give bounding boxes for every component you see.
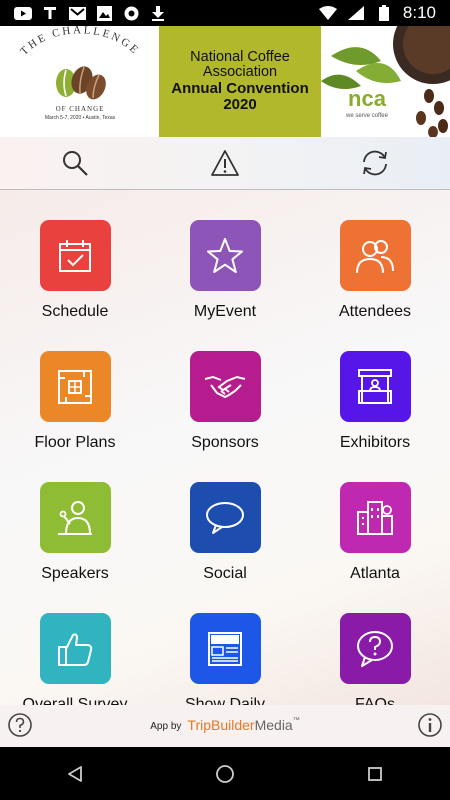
tripbuilder-link[interactable]: TripBuilderMedia™ (187, 717, 299, 735)
social-tile-icon (189, 482, 261, 553)
back-icon (68, 765, 82, 782)
tile-overall-survey[interactable]: Overall Survey (0, 583, 150, 705)
tile-label: Schedule (41, 303, 109, 320)
myevent-tile-icon (189, 220, 261, 291)
floor-plan-icon (58, 369, 92, 404)
nca-tagline-text: we serve coffee (345, 113, 389, 119)
toolbar (0, 137, 450, 190)
banner-line3: Annual Convention (171, 80, 309, 98)
footer: App by TripBuilderMedia™ (0, 705, 450, 747)
news-icon (208, 631, 242, 666)
speech-bubble-icon (206, 501, 244, 534)
banner-line4: 2020 (223, 96, 257, 114)
tile-social[interactable]: Social (150, 452, 300, 583)
survey-tile-icon (39, 613, 111, 684)
logo-top-text: THE CHALLENGE (18, 26, 139, 58)
photo-icon (95, 5, 113, 21)
record-icon (122, 6, 140, 20)
tile-label: Show Daily (184, 696, 266, 705)
download-icon (149, 5, 167, 21)
banner-line1: National Coffee (190, 49, 290, 66)
tile-atlanta[interactable]: Atlanta (300, 452, 450, 583)
back-button[interactable] (45, 754, 105, 794)
speakers-tile-icon (39, 482, 111, 553)
exhibitors-tile-icon (339, 351, 411, 422)
help-button[interactable] (8, 713, 32, 737)
tile-label: Floor Plans (34, 434, 116, 451)
faqs-tile-icon (339, 613, 411, 684)
convention-title-block: National Coffee Association Annual Conve… (159, 26, 321, 137)
tile-faqs[interactable]: FAQs (300, 583, 450, 705)
convention-banner: THE CHALLENGE OF CHANGE March 5-7, 2020 … (0, 26, 450, 137)
handshake-icon (204, 375, 246, 398)
t-icon (41, 6, 59, 20)
info-button[interactable] (418, 713, 442, 737)
recents-icon (368, 766, 382, 781)
logo-bottom-text: OF CHANGE (56, 105, 105, 113)
speaker-icon (58, 500, 92, 535)
gmail-icon (68, 6, 86, 20)
refresh-icon (363, 150, 387, 176)
home-icon (216, 764, 234, 783)
tile-label: Overall Survey (22, 696, 128, 705)
tile-show-daily[interactable]: Show Daily (150, 583, 300, 705)
tile-label: Sponsors (191, 434, 259, 451)
tile-label: Speakers (41, 565, 109, 582)
tile-label: MyEvent (193, 303, 257, 320)
tile-label: Atlanta (350, 565, 400, 582)
tile-schedule[interactable]: Schedule (0, 190, 150, 321)
app-by-label: App by (150, 720, 182, 732)
atlanta-tile-icon (339, 482, 411, 553)
clock: 8:10 (402, 3, 436, 22)
tile-label: FAQs (354, 696, 395, 705)
signal-icon (347, 6, 365, 20)
tile-sponsors[interactable]: Sponsors (150, 321, 300, 452)
alert-icon (211, 150, 239, 176)
help-icon (8, 713, 32, 737)
info-icon (418, 713, 442, 737)
calendar-check-icon (59, 239, 91, 272)
battery-icon (375, 5, 393, 21)
tile-label: Exhibitors (339, 434, 411, 451)
tile-myevent[interactable]: MyEvent (150, 190, 300, 321)
brand-part2: Media (254, 717, 293, 733)
tile-attendees[interactable]: Attendees (300, 190, 450, 321)
youtube-icon (14, 6, 32, 20)
wifi-icon (318, 6, 337, 20)
star-icon (207, 237, 243, 273)
nca-logo-text: nca (348, 86, 387, 111)
challenge-of-change-logo: THE CHALLENGE OF CHANGE March 5-7, 2020 … (0, 26, 159, 137)
logo-date-text: March 5-7, 2020 • Austin, Texas (45, 115, 116, 121)
recents-button[interactable] (345, 754, 405, 794)
trademark: ™ (292, 717, 300, 724)
search-icon (63, 151, 88, 176)
alerts-button[interactable] (150, 137, 300, 189)
schedule-tile-icon (39, 220, 111, 291)
status-bar: 8:10 (0, 0, 450, 26)
sponsors-tile-icon (189, 351, 261, 422)
search-button[interactable] (0, 137, 150, 189)
tile-label: Social (203, 565, 247, 582)
menu-grid: Schedule MyEvent Attendees Floor Plans S… (0, 190, 450, 705)
tile-exhibitors[interactable]: Exhibitors (300, 321, 450, 452)
refresh-button[interactable] (300, 137, 450, 189)
system-nav-bar (0, 747, 450, 800)
home-button[interactable] (195, 754, 255, 794)
thumbs-up-icon (58, 632, 93, 666)
tile-floor-plans[interactable]: Floor Plans (0, 321, 150, 452)
show-daily-tile-icon (189, 613, 261, 684)
people-icon (356, 239, 394, 273)
svg-text:THE CHALLENGE: THE CHALLENGE (18, 26, 142, 58)
attendees-tile-icon (339, 220, 411, 291)
brand-part1: TripBuilder (187, 717, 255, 733)
city-icon (357, 500, 393, 535)
banner-line2: Association (202, 64, 278, 81)
tile-speakers[interactable]: Speakers (0, 452, 150, 583)
question-bubble-icon (357, 630, 393, 667)
tile-label: Attendees (338, 303, 412, 320)
floor-plans-tile-icon (39, 351, 111, 422)
booth-icon (358, 368, 392, 404)
nca-logo-panel: nca we serve coffee (321, 26, 450, 137)
